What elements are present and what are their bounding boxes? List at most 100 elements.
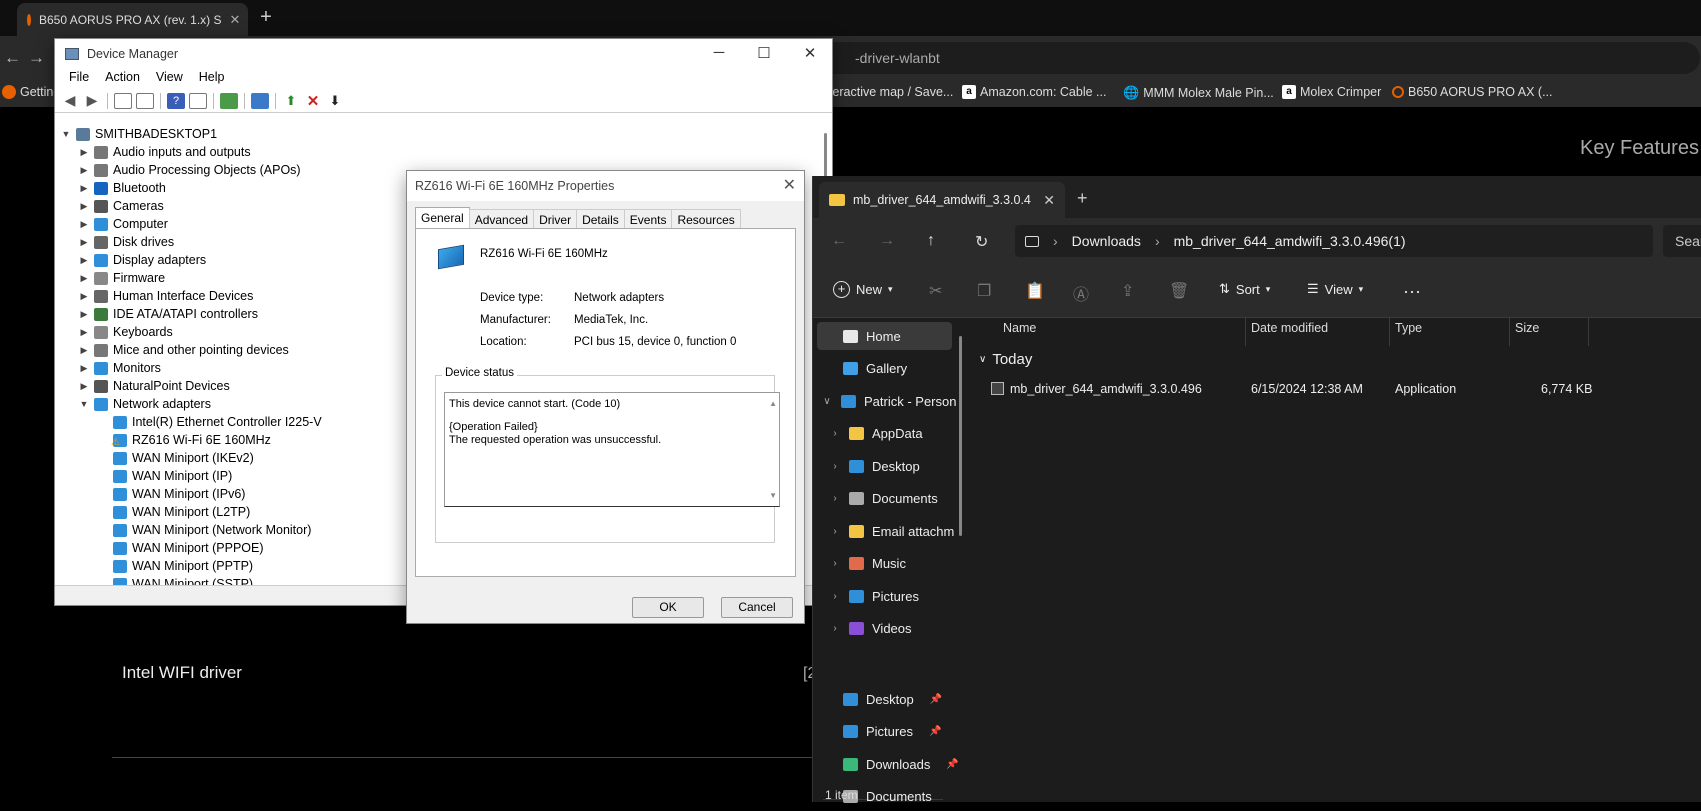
scroll-thumb[interactable] xyxy=(959,336,962,536)
add-driver-icon[interactable]: ⬆ xyxy=(282,93,300,109)
new-button[interactable]: + New ▾ xyxy=(833,281,893,298)
tree-category[interactable]: ▶ Computer xyxy=(79,215,168,233)
view-icon[interactable] xyxy=(189,92,207,109)
tree-category[interactable]: ▶ Audio inputs and outputs xyxy=(79,143,251,161)
uninstall-icon[interactable]: ✕ xyxy=(304,93,322,110)
chevron-right-icon[interactable]: ▶ xyxy=(79,183,89,194)
tree-category[interactable]: ▶ Audio Processing Objects (APOs) xyxy=(79,161,301,179)
more-options-icon[interactable]: ··· xyxy=(1403,281,1421,302)
tree-device[interactable]: WAN Miniport (L2TP) xyxy=(113,503,250,521)
pin-icon[interactable]: 📌 xyxy=(930,694,942,705)
scan-hardware-icon[interactable] xyxy=(251,92,269,109)
cancel-button[interactable]: Cancel xyxy=(721,597,793,618)
driver-link[interactable]: Intel WIFI driver xyxy=(122,663,242,683)
tree-device[interactable]: WAN Miniport (PPTP) xyxy=(113,557,253,575)
chevron-right-icon[interactable]: ▶ xyxy=(79,273,89,284)
disable-icon[interactable]: ⬇ xyxy=(326,93,344,109)
update-driver-icon[interactable] xyxy=(220,92,238,109)
tree-category[interactable]: ▶ NaturalPoint Devices xyxy=(79,377,230,395)
tree-category[interactable]: ▶ Cameras xyxy=(79,197,164,215)
forward-icon[interactable]: → xyxy=(28,48,45,68)
copy-icon[interactable]: ❐ xyxy=(977,281,991,301)
file-row[interactable]: mb_driver_644_amdwifi_3.3.0.496 xyxy=(991,382,1202,396)
chevron-right-icon[interactable]: › xyxy=(829,493,841,504)
tree-category[interactable]: ▶ Display adapters xyxy=(79,251,207,269)
tab-advanced[interactable]: Advanced xyxy=(468,209,535,230)
column-type[interactable]: Type xyxy=(1395,321,1422,335)
chevron-down-icon[interactable]: ▼ xyxy=(61,129,71,139)
tree-root[interactable]: ▼ SMITHBADESKTOP1 xyxy=(61,125,218,143)
nav-item[interactable]: › Email attachm xyxy=(829,517,954,545)
tree-category[interactable]: ▶ Bluetooth xyxy=(79,179,166,197)
quick-access-item[interactable]: Pictures 📌 xyxy=(843,718,941,746)
chevron-right-icon[interactable]: ▶ xyxy=(79,381,89,392)
nav-item[interactable]: › AppData xyxy=(829,420,922,448)
column-size[interactable]: Size xyxy=(1515,321,1539,335)
bookmark-b650[interactable]: B650 AORUS PRO AX (... xyxy=(1392,85,1553,99)
chevron-right-icon[interactable]: ▶ xyxy=(79,309,89,320)
close-icon[interactable]: ✕ xyxy=(1043,192,1055,209)
tree-category[interactable]: ▶ IDE ATA/ATAPI controllers xyxy=(79,305,258,323)
refresh-icon[interactable]: ↻ xyxy=(975,232,988,252)
paste-icon[interactable]: 📋 xyxy=(1025,281,1045,301)
menu-view[interactable]: View xyxy=(148,69,191,89)
bookmark-amazon-cable[interactable]: a Amazon.com: Cable ... xyxy=(962,85,1106,99)
maximize-icon[interactable]: ☐ xyxy=(750,44,778,62)
chevron-right-icon[interactable]: ▶ xyxy=(79,327,89,338)
chevron-right-icon[interactable]: ▶ xyxy=(79,363,89,374)
delete-icon[interactable]: 🗑 xyxy=(1169,281,1189,301)
up-icon[interactable]: ↑ xyxy=(927,232,935,250)
rename-icon[interactable]: Ⓐ xyxy=(1073,281,1089,305)
chevron-down-icon[interactable]: ∨ xyxy=(821,396,833,407)
pin-icon[interactable]: 📌 xyxy=(929,726,941,737)
ok-button[interactable]: OK xyxy=(632,597,704,618)
explorer-tab[interactable]: mb_driver_644_amdwifi_3.3.0.4 ✕ xyxy=(819,182,1065,218)
nav-item[interactable]: Gallery xyxy=(843,355,907,383)
chevron-down-icon[interactable]: ▼ xyxy=(79,399,89,409)
tree-device[interactable]: WAN Miniport (IKEv2) xyxy=(113,449,254,467)
chevron-right-icon[interactable]: › xyxy=(829,591,841,602)
search-input[interactable]: Sear xyxy=(1663,225,1701,257)
tree-device[interactable]: WAN Miniport (IPv6) xyxy=(113,485,245,503)
show-hide-tree-icon[interactable] xyxy=(114,92,132,109)
quick-access-item[interactable]: Desktop 📌 xyxy=(843,685,942,713)
breadcrumb-downloads[interactable]: Downloads xyxy=(1072,233,1141,249)
tree-device[interactable]: Intel(R) Ethernet Controller I225-V xyxy=(113,413,322,431)
scroll-up-icon[interactable]: ▲ xyxy=(769,397,777,410)
menu-file[interactable]: File xyxy=(61,69,97,89)
bookmark-molex-pin[interactable]: 🌐 MMM Molex Male Pin... xyxy=(1123,85,1274,101)
column-name[interactable]: Name xyxy=(1003,321,1036,335)
cut-icon[interactable]: ✂ xyxy=(929,281,942,301)
chevron-right-icon[interactable]: › xyxy=(829,526,841,537)
close-icon[interactable]: ✕ xyxy=(230,12,241,28)
tab-events[interactable]: Events xyxy=(623,209,673,230)
tree-category[interactable]: ▶ Disk drives xyxy=(79,233,175,251)
nav-item[interactable]: › Videos xyxy=(829,615,911,643)
tree-device[interactable]: WAN Miniport (PPPOE) xyxy=(113,539,264,557)
tree-device[interactable]: WAN Miniport (IP) xyxy=(113,467,232,485)
column-separator[interactable] xyxy=(1588,318,1589,346)
forward-icon[interactable]: → xyxy=(879,232,895,250)
tab-details[interactable]: Details xyxy=(576,209,625,230)
view-button[interactable]: ☰ View ▾ xyxy=(1307,281,1363,297)
tree-category[interactable]: ▶ Monitors xyxy=(79,359,161,377)
properties-icon[interactable] xyxy=(136,92,154,109)
chevron-right-icon[interactable]: ▶ xyxy=(79,201,89,212)
share-icon[interactable]: ⇪ xyxy=(1121,281,1134,301)
bookmark-interactive-map[interactable]: nteractive map / Save... xyxy=(822,85,953,99)
browser-tab[interactable]: B650 AORUS PRO AX (rev. 1.x) S ✕ xyxy=(17,3,248,36)
back-icon[interactable]: ← xyxy=(4,48,21,68)
minimize-icon[interactable]: ─ xyxy=(705,44,733,61)
nav-item[interactable]: › Pictures xyxy=(829,582,919,610)
tree-device[interactable]: ⚠ RZ616 Wi-Fi 6E 160MHz xyxy=(111,431,271,449)
chevron-right-icon[interactable]: ▶ xyxy=(79,237,89,248)
new-tab-button[interactable]: + xyxy=(254,6,278,30)
tab-driver[interactable]: Driver xyxy=(533,209,578,230)
tree-category[interactable]: ▼ Network adapters xyxy=(79,395,211,413)
pin-icon[interactable]: 📌 xyxy=(946,759,958,770)
close-icon[interactable]: ✕ xyxy=(783,175,796,195)
chevron-right-icon[interactable]: › xyxy=(829,558,841,569)
bookmark-molex-crimper[interactable]: a Molex Crimper xyxy=(1282,85,1381,99)
chevron-right-icon[interactable]: ▶ xyxy=(79,255,89,266)
menu-help[interactable]: Help xyxy=(191,69,233,89)
